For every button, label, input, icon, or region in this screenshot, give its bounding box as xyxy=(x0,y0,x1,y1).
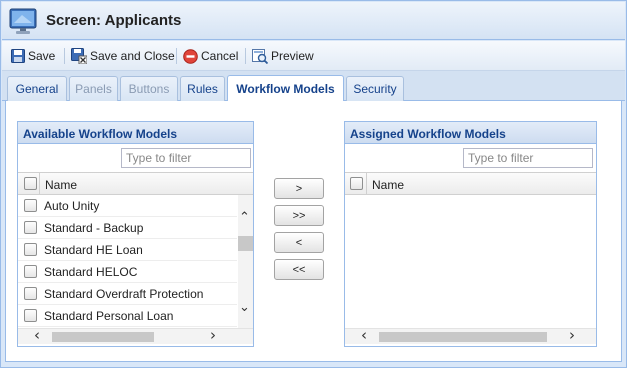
available-row[interactable]: Standard - Backup xyxy=(18,217,237,239)
row-checkbox[interactable] xyxy=(24,243,37,256)
preview-label: Preview xyxy=(271,49,314,63)
row-label: Auto Unity xyxy=(44,199,100,213)
scroll-left-icon[interactable]: ‹ xyxy=(34,328,40,343)
row-label: Standard HELOC xyxy=(44,265,138,279)
horizontal-scroll-thumb[interactable] xyxy=(379,332,547,342)
tab-panels[interactable]: Panels xyxy=(69,76,118,101)
assigned-workflow-models-panel: Assigned Workflow Models Type to filter … xyxy=(344,121,597,347)
scroll-right-icon[interactable]: › xyxy=(210,328,216,343)
remove-selected-button[interactable]: < xyxy=(274,232,324,253)
title-bar: Screen: Applicants xyxy=(2,2,625,40)
window-title: Screen: Applicants xyxy=(46,12,182,29)
row-label: Standard Overdraft Protection xyxy=(44,287,204,301)
assigned-grid-header: Name xyxy=(345,172,596,195)
available-filter-input[interactable]: Type to filter xyxy=(121,148,251,168)
add-selected-button[interactable]: > xyxy=(274,178,324,199)
row-label: Standard Personal Loan xyxy=(44,309,174,323)
available-name-column-header[interactable]: Name xyxy=(45,178,77,192)
cancel-label: Cancel xyxy=(201,49,239,63)
row-label: Standard HE Loan xyxy=(44,243,143,257)
tab-strip: General Panels Buttons Rules Workflow Mo… xyxy=(2,71,625,101)
save-and-close-label: Save and Close xyxy=(90,49,175,63)
screen-window: Screen: Applicants Save Save and Close C… xyxy=(0,0,627,368)
preview-icon xyxy=(252,49,268,64)
available-row[interactable]: Standard HELOC xyxy=(18,261,237,283)
available-row[interactable]: Auto Unity xyxy=(18,195,237,217)
row-checkbox[interactable] xyxy=(24,265,37,278)
available-panel-title: Available Workflow Models xyxy=(18,122,253,144)
tab-general[interactable]: General xyxy=(7,76,67,101)
toolbar-separator xyxy=(176,48,177,64)
remove-all-button[interactable]: << xyxy=(274,259,324,280)
assigned-panel-title: Assigned Workflow Models xyxy=(345,122,596,144)
toolbar-separator xyxy=(64,48,65,64)
available-row[interactable]: Standard HE Loan xyxy=(18,239,237,261)
cancel-icon xyxy=(183,48,198,64)
available-vertical-scrollbar[interactable]: ⌃ ⌄ xyxy=(238,195,253,328)
assigned-name-column-header[interactable]: Name xyxy=(372,178,404,192)
available-workflow-models-panel: Available Workflow Models Type to filter… xyxy=(17,121,254,347)
available-row[interactable]: Standard Overdraft Protection xyxy=(18,283,237,305)
toolbar: Save Save and Close Cancel Preview xyxy=(2,41,625,71)
available-horizontal-scrollbar[interactable]: ‹ › xyxy=(18,328,253,344)
cancel-button[interactable]: Cancel xyxy=(183,47,238,65)
save-button[interactable]: Save xyxy=(11,47,55,65)
column-divider xyxy=(366,173,367,195)
horizontal-scroll-thumb[interactable] xyxy=(52,332,154,342)
save-label: Save xyxy=(28,49,56,63)
scroll-down-icon[interactable]: ⌄ xyxy=(239,301,250,314)
scroll-up-icon[interactable]: ⌃ xyxy=(239,211,250,224)
vertical-scroll-thumb[interactable] xyxy=(238,236,253,251)
preview-button[interactable]: Preview xyxy=(252,47,314,65)
tab-security[interactable]: Security xyxy=(346,76,404,101)
available-grid-header: Name xyxy=(18,172,253,195)
floppy-disk-icon xyxy=(11,49,25,63)
add-all-button[interactable]: >> xyxy=(274,205,324,226)
row-checkbox[interactable] xyxy=(24,199,37,212)
save-close-icon xyxy=(71,48,87,64)
tab-workflow-models[interactable]: Workflow Models xyxy=(227,75,344,101)
row-checkbox[interactable] xyxy=(24,287,37,300)
row-checkbox[interactable] xyxy=(24,221,37,234)
assigned-select-all-checkbox[interactable] xyxy=(350,177,363,190)
monitor-icon xyxy=(9,8,37,34)
save-and-close-button[interactable]: Save and Close xyxy=(71,47,175,65)
toolbar-separator xyxy=(245,48,246,64)
row-label: Standard - Backup xyxy=(44,221,144,235)
tab-buttons[interactable]: Buttons xyxy=(120,76,178,101)
tab-rules[interactable]: Rules xyxy=(180,76,225,101)
assigned-filter-input[interactable]: Type to filter xyxy=(463,148,593,168)
assigned-horizontal-scrollbar[interactable]: ‹ › xyxy=(345,328,596,344)
available-select-all-checkbox[interactable] xyxy=(24,177,37,190)
column-divider xyxy=(39,173,40,195)
available-row[interactable]: Standard Personal Loan xyxy=(18,305,237,327)
scroll-right-icon[interactable]: › xyxy=(569,328,575,343)
scroll-left-icon[interactable]: ‹ xyxy=(361,328,367,343)
tab-content: Available Workflow Models Type to filter… xyxy=(5,101,622,362)
row-checkbox[interactable] xyxy=(24,309,37,322)
